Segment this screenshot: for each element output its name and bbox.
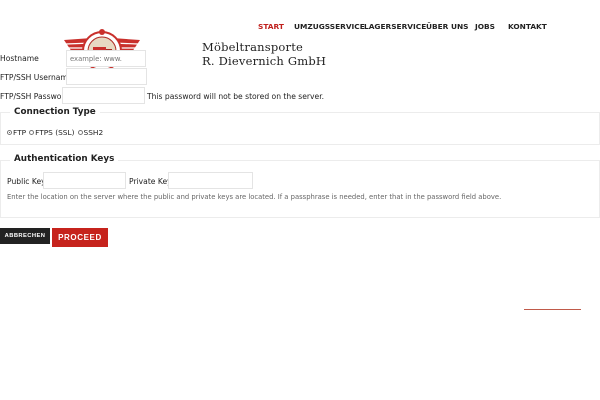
- public-key-label: Public Key:: [7, 177, 48, 186]
- nav-item-kontakt[interactable]: KONTAKT: [508, 22, 547, 31]
- password-note: This password will not be stored on the …: [147, 92, 325, 101]
- radio-ftp-label: FTP: [13, 128, 27, 137]
- logo-line-2: R. Dievernich GmbH: [202, 54, 327, 68]
- divider: [524, 309, 581, 310]
- logo-text: Möbeltransporte R. Dievernich GmbH: [202, 40, 326, 68]
- username-label: FTP/SSH Username: [0, 73, 73, 82]
- radio-ftps[interactable]: [29, 130, 35, 135]
- nav-item-lagerservice[interactable]: LAGERSERVICE: [364, 22, 426, 31]
- nav-item-ueber-uns[interactable]: ÜBER UNS: [426, 22, 468, 31]
- password-input[interactable]: [62, 87, 145, 104]
- nav-item-start[interactable]: START: [258, 22, 284, 31]
- nav-item-umzugsservice[interactable]: UMZUGSSERVICE: [294, 22, 365, 31]
- authentication-keys-legend: Authentication Keys: [10, 154, 119, 164]
- cancel-button[interactable]: ABBRECHEN: [0, 228, 50, 244]
- public-key-input[interactable]: [43, 172, 126, 189]
- proceed-button[interactable]: PROCEED: [52, 228, 108, 247]
- radio-ssh2[interactable]: [77, 130, 83, 135]
- private-key-input[interactable]: [168, 172, 253, 189]
- main-navigation: START UMZUGSSERVICE LAGERSERVICE ÜBER UN…: [250, 22, 600, 36]
- username-input[interactable]: [66, 68, 147, 85]
- connection-type-options: FTP FTPS (SSL) SSH2: [7, 128, 106, 137]
- authentication-keys-fieldset: [0, 160, 600, 218]
- radio-ftp[interactable]: [7, 130, 12, 135]
- connection-type-legend: Connection Type: [10, 107, 100, 117]
- keys-help-text: Enter the location on the server where t…: [7, 193, 502, 201]
- nav-item-jobs[interactable]: JOBS: [475, 22, 495, 31]
- hostname-label: Hostname: [0, 54, 39, 63]
- radio-ftps-label: FTPS (SSL): [35, 128, 75, 137]
- logo-line-1: Möbeltransporte: [202, 40, 304, 54]
- radio-ssh2-label: SSH2: [83, 128, 104, 137]
- hostname-input[interactable]: [66, 50, 146, 67]
- private-key-label: Private Key:: [129, 177, 174, 186]
- password-label: FTP/SSH Password: [0, 92, 70, 101]
